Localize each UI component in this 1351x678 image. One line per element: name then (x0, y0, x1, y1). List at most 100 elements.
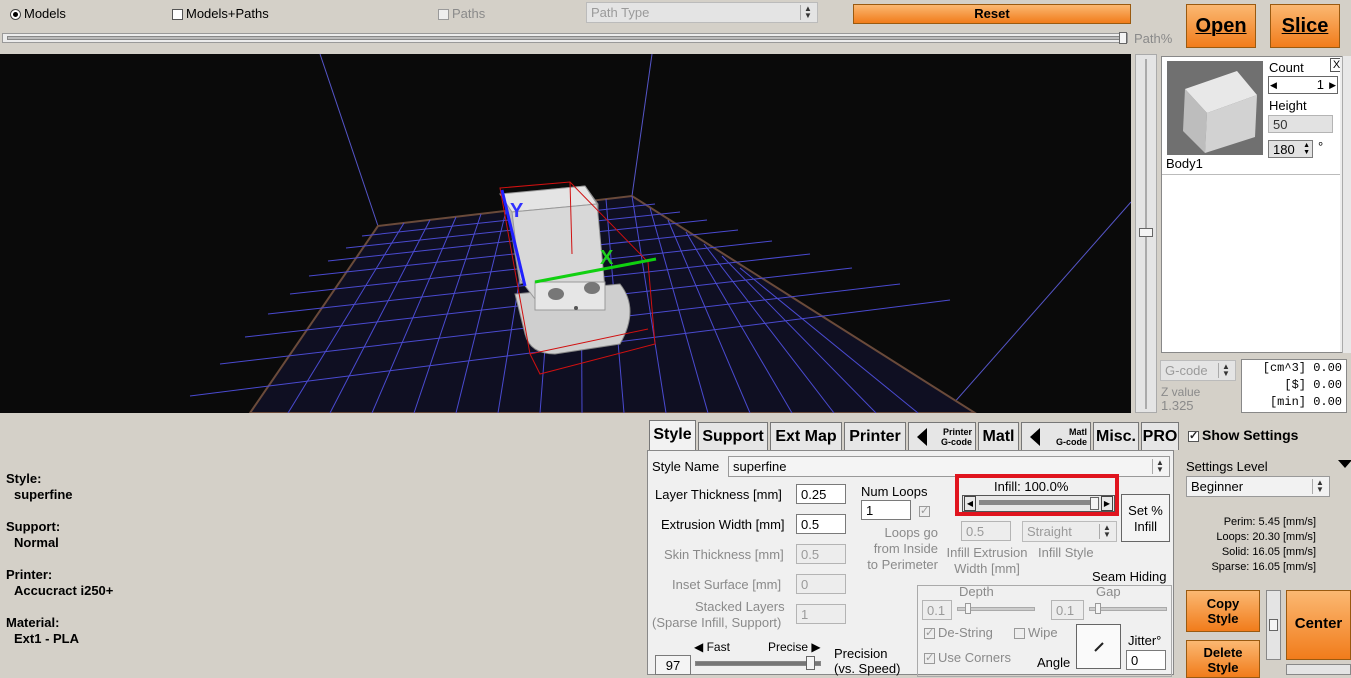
settings-level-label: Settings Level (1186, 459, 1268, 474)
destring-checkbox[interactable]: De-String (924, 625, 993, 640)
tab-matl-gcode[interactable]: Matl G-code (1021, 422, 1091, 450)
inset-surface-field[interactable]: 0 (796, 574, 846, 594)
extrusion-width-field[interactable]: 0.5 (796, 514, 846, 534)
view-models-paths-checkbox[interactable]: Models+Paths (172, 6, 269, 21)
copy-style-button[interactable]: Copy Style (1186, 590, 1260, 632)
height-label: Height (1269, 98, 1307, 113)
tab-misc[interactable]: Misc. (1093, 422, 1139, 450)
summary-style-label: Style: (6, 471, 42, 486)
decrement-icon[interactable]: ◀ (1270, 77, 1277, 93)
center-slider[interactable] (1286, 664, 1351, 675)
depth-slider[interactable] (957, 603, 1035, 615)
sparse-speed: Sparse: 16.05 [mm/s] (1211, 561, 1316, 573)
checkbox-icon (1014, 628, 1025, 639)
settings-scrollbar[interactable] (1266, 590, 1281, 660)
gap-label: Gap (1096, 584, 1121, 599)
spin-arrows-icon: ▲ ▼ (1152, 459, 1167, 474)
build-volume-scene (189, 54, 1131, 413)
layer-thickness-field[interactable]: 0.25 (796, 484, 846, 504)
slider-thumb[interactable] (1139, 228, 1153, 237)
tab-printer[interactable]: Printer (844, 422, 906, 450)
settings-summary: Style: superfine Support: Normal Printer… (6, 471, 113, 647)
increment-icon[interactable]: ▶ (1329, 77, 1336, 93)
y-axis-label: Y (510, 200, 524, 222)
arrow-left-icon: ◀ (694, 640, 704, 654)
model-list-scrollbar-right[interactable] (1342, 56, 1351, 353)
3d-viewport[interactable]: Y X (0, 54, 1131, 413)
precision-slider[interactable] (693, 656, 825, 670)
arrow-right-icon: ▶ (811, 640, 821, 654)
summary-style-value: superfine (14, 487, 73, 502)
summary-printer-label: Printer: (6, 567, 53, 582)
rotation-field[interactable]: 180 ▲ ▼ (1268, 140, 1313, 158)
checkbox-icon (924, 626, 935, 639)
highlight-box (955, 474, 1119, 516)
solid-speed: Solid: 16.05 [mm/s] (1221, 546, 1316, 558)
loops-speed: Loops: 20.30 [mm/s] (1216, 531, 1316, 543)
time-stat: [min] 0.00 (1269, 395, 1342, 409)
cost-stat: [$] 0.00 (1284, 378, 1342, 392)
open-button[interactable]: Open (1186, 4, 1256, 48)
perimeter-speed: Perim: 5.45 [mm/s] (1223, 516, 1316, 528)
model-card[interactable]: Body1 Count X ◀ 1 ▶ Height 50 180 ▲ ▼ ° (1162, 57, 1345, 175)
use-corners-checkbox[interactable]: Use Corners (924, 650, 1011, 665)
spin-arrows-icon: ▲ ▼ (1099, 524, 1114, 539)
infill-style-select[interactable]: Straight ▲ ▼ (1022, 521, 1117, 542)
tab-pro[interactable]: PRO (1141, 422, 1179, 450)
collapse-arrow-icon[interactable] (1338, 460, 1351, 468)
slice-button[interactable]: Slice (1270, 4, 1340, 48)
set-infill-button[interactable]: Set % Infill (1121, 494, 1170, 542)
count-label: Count (1269, 60, 1304, 75)
angle-needle-icon (1094, 642, 1104, 652)
spin-arrows-icon: ▲ ▼ (1312, 479, 1327, 494)
jitter-field[interactable]: 0 (1126, 650, 1166, 670)
tab-printer-gcode[interactable]: Printer G-code (908, 422, 976, 450)
loops-inside-checkbox[interactable] (919, 504, 930, 517)
gcode-select[interactable]: G-code ▲ ▼ (1160, 360, 1236, 381)
reset-button[interactable]: Reset (853, 4, 1131, 24)
view-paths-checkbox[interactable]: Paths (438, 6, 485, 21)
summary-support-label: Support: (6, 519, 61, 534)
slider-thumb[interactable] (806, 656, 815, 670)
gap-field[interactable]: 0.1 (1051, 600, 1084, 620)
path-type-select[interactable]: Path Type ▲ ▼ (586, 2, 818, 23)
model-list[interactable]: Body1 Count X ◀ 1 ▶ Height 50 180 ▲ ▼ ° (1161, 56, 1345, 353)
print-stats: [cm^3] 0.00 [$] 0.00 [min] 0.00 (1241, 359, 1347, 413)
angle-dial[interactable] (1076, 624, 1121, 669)
checkbox-icon (172, 9, 183, 20)
skin-thickness-field[interactable]: 0.5 (796, 544, 846, 564)
slider-thumb[interactable] (1095, 603, 1101, 614)
precision-value[interactable]: 97 (655, 655, 691, 675)
num-loops-field[interactable]: 1 (861, 500, 911, 520)
model-name: Body1 (1166, 156, 1203, 171)
slider-thumb[interactable] (1119, 32, 1127, 44)
path-percent-slider[interactable] (2, 32, 1128, 44)
delete-style-button[interactable]: Delete Style (1186, 640, 1260, 678)
tab-ext-map[interactable]: Ext Map (770, 422, 842, 450)
wipe-checkbox[interactable]: Wipe (1014, 625, 1058, 640)
show-settings-checkbox[interactable]: Show Settings (1188, 427, 1298, 443)
checkbox-icon (1188, 429, 1199, 442)
style-name-label: Style Name (652, 459, 720, 474)
arrow-left-icon (917, 428, 927, 446)
height-field[interactable]: 50 (1268, 115, 1333, 133)
count-stepper[interactable]: ◀ 1 ▶ (1268, 76, 1338, 94)
tab-support[interactable]: Support (698, 422, 768, 450)
view-models-radio[interactable]: Models (10, 6, 66, 21)
gap-slider[interactable] (1089, 603, 1167, 615)
center-button[interactable]: Center (1286, 590, 1351, 660)
layer-thickness-label: Layer Thickness [mm] (655, 487, 782, 502)
stacked-layers-field[interactable]: 1 (796, 604, 846, 624)
spin-arrows-icon: ▲ ▼ (800, 5, 815, 20)
scrollbar-thumb[interactable] (1269, 619, 1278, 631)
depth-field[interactable]: 0.1 (922, 600, 952, 620)
checkbox-icon (924, 651, 935, 664)
infill-width-field[interactable]: 0.5 (961, 521, 1011, 541)
inset-surface-label: Inset Surface [mm] (672, 577, 782, 592)
infill-width-label: Infill Extrusion Width [mm] (946, 545, 1028, 576)
settings-level-select[interactable]: Beginner ▲ ▼ (1186, 476, 1330, 497)
tab-style[interactable]: Style (649, 420, 696, 450)
layer-slider[interactable] (1135, 54, 1157, 413)
slider-thumb[interactable] (965, 603, 971, 614)
tab-matl[interactable]: Matl (978, 422, 1019, 450)
